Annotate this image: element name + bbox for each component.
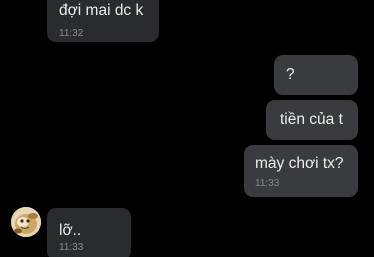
message-text: tiền của t	[280, 111, 343, 128]
message-bubble-outgoing[interactable]: tiền của t	[266, 100, 358, 140]
message-timestamp: 11:33	[59, 242, 84, 253]
message-timestamp: 11:33	[255, 178, 280, 189]
message-text: lỡ..	[59, 222, 82, 239]
message-bubble-incoming[interactable]: đợi mai dc k 11:32	[47, 0, 159, 42]
message-text: ?	[286, 66, 295, 83]
message-bubble-incoming[interactable]: lỡ.. 11:33	[47, 208, 131, 257]
message-timestamp: 11:32	[59, 28, 84, 39]
avatar-icon[interactable]	[11, 207, 41, 237]
message-bubble-outgoing[interactable]: mày chơi tx? 11:33	[244, 145, 358, 197]
message-text: mày chơi tx?	[255, 155, 344, 172]
message-text: đợi mai dc k	[59, 2, 144, 19]
message-bubble-outgoing[interactable]: ?	[274, 55, 358, 95]
